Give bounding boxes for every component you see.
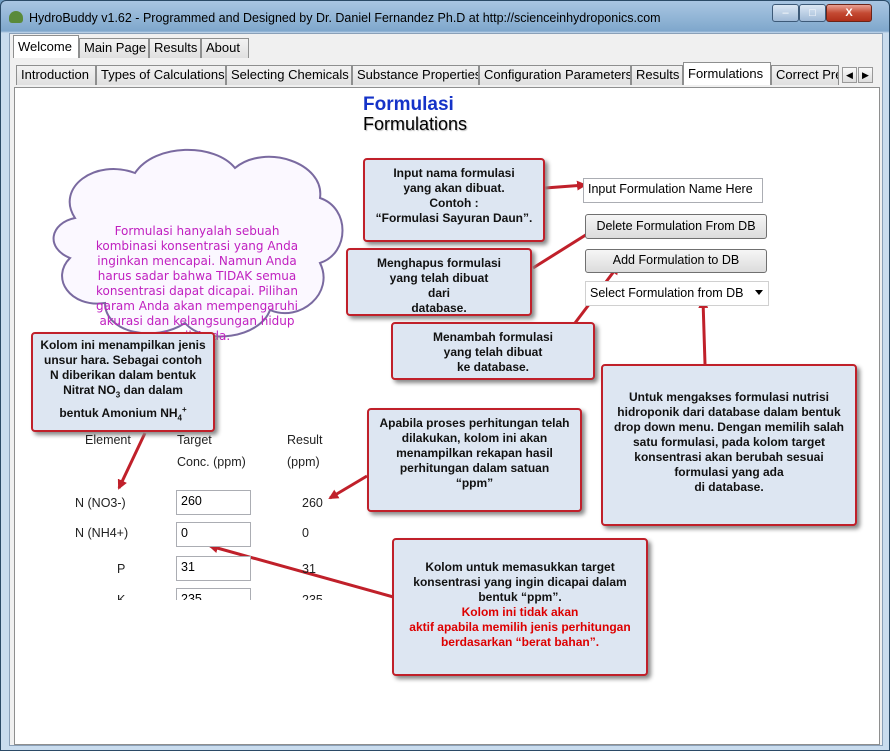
header-target-unit: Conc. (ppm) — [177, 455, 246, 469]
nitrate-tail: dan dalam — [120, 383, 183, 397]
header-target: Target — [177, 433, 212, 447]
sub-tab-bar: Introduction Types of Calculations Selec… — [13, 62, 877, 85]
result-cell: 0 — [302, 526, 309, 540]
callout-line: Kolom untuk memasukkan target — [425, 560, 615, 574]
callout-line: Input nama formulasi — [393, 166, 515, 180]
add-formulation-button[interactable]: Add Formulation to DB — [585, 249, 767, 273]
target-input[interactable]: 235 — [176, 588, 251, 600]
formulation-name-input[interactable]: Input Formulation Name Here — [583, 178, 763, 203]
close-button[interactable]: X — [826, 4, 872, 22]
ammonium-text: bentuk Amonium NH — [59, 406, 178, 421]
window-title: HydroBuddy v1.62 - Programmed and Design… — [29, 11, 661, 25]
tab-introduction[interactable]: Introduction — [16, 65, 96, 85]
callout-line-red: Kolom ini tidak akan — [461, 605, 579, 619]
callout-line: Apabila proses perhitungan telah — [379, 416, 570, 430]
arrow-to-select — [698, 298, 709, 365]
tab-formulations[interactable]: Formulations — [683, 62, 771, 85]
callout-result: Apabila proses perhitungan telah dilakuk… — [367, 408, 582, 512]
app-leaf-icon — [9, 11, 23, 23]
tab-configuration-parameters[interactable]: Configuration Parameters — [479, 65, 631, 85]
chevron-down-icon — [755, 290, 763, 295]
ammonium-superscript: + — [182, 405, 187, 415]
tab-welcome[interactable]: Welcome — [13, 35, 79, 58]
target-input[interactable]: 260 — [176, 490, 251, 515]
tab-selecting-chemicals[interactable]: Selecting Chemicals — [226, 65, 352, 85]
element-cell: P — [117, 562, 126, 576]
callout-line: formulasi yang ada — [674, 465, 784, 479]
callout-input-name: Input nama formulasi yang akan dibuat. C… — [363, 158, 545, 242]
callout-line: yang telah dibuat — [443, 345, 543, 359]
callout-line: “Formulasi Sayuran Daun”. — [375, 211, 533, 225]
header-result: Result — [287, 433, 323, 447]
callout-line: dari — [427, 286, 450, 300]
formulations-panel: Formulasi Formulations Formulasi hanyala… — [14, 87, 880, 745]
tab-scroll-left-icon[interactable]: ◀ — [842, 67, 857, 83]
callout-line: perhitungan dalam satuan — [399, 461, 550, 475]
tab-correct-pre[interactable]: Correct Pre — [771, 65, 839, 85]
delete-formulation-button[interactable]: Delete Formulation From DB — [585, 214, 767, 239]
main-frame: Welcome Main Page Results About Introduc… — [9, 33, 883, 746]
result-cell: 235 — [302, 593, 323, 600]
callout-line: ke database. — [456, 360, 530, 374]
callout-line: Contoh : — [429, 196, 479, 210]
cloud-note: Formulasi hanyalah sebuah kombinasi kons… — [95, 224, 299, 343]
maximize-button[interactable]: □ — [799, 4, 826, 22]
callout-line: konsentrasi yang ingin dicapai dalam — [413, 575, 627, 589]
header-result-unit: (ppm) — [287, 455, 320, 469]
callout-line: hidroponik dari database dalam bentuk — [617, 405, 841, 419]
callout-add: Menambah formulasi yang telah dibuat ke … — [391, 322, 595, 380]
callout-line: Menambah formulasi — [432, 330, 554, 344]
callout-line-red: berdasarkan “berat bahan”. — [440, 635, 600, 649]
tab-main-page[interactable]: Main Page — [79, 38, 149, 58]
callout-target: Kolom untuk memasukkan target konsentras… — [392, 538, 648, 676]
callout-line: konsentrasi akan berubah sesuai — [634, 450, 824, 464]
tab-types-of-calculations[interactable]: Types of Calculations — [96, 65, 226, 85]
tab-scroll-right-icon[interactable]: ▶ — [858, 67, 873, 83]
callout-line: di database. — [694, 480, 764, 494]
tab-substance-properties[interactable]: Substance Properties — [352, 65, 479, 85]
callout-line: satu formulasi, pada kolom target — [632, 435, 826, 449]
tab-sub-results[interactable]: Results — [631, 65, 683, 85]
callout-line: “ppm” — [455, 476, 494, 490]
target-input[interactable]: 31 — [176, 556, 251, 581]
callout-line: Untuk mengakses formulasi nutrisi — [628, 390, 830, 404]
callout-line-red: aktif apabila memilih jenis perhitungan — [409, 620, 631, 634]
callout-line: database. — [411, 301, 467, 315]
target-input[interactable]: 0 — [176, 522, 251, 547]
callout-line: Menghapus formulasi — [376, 256, 501, 270]
formulation-select[interactable]: Select Formulation from DB — [585, 281, 769, 306]
result-cell: 260 — [302, 496, 323, 510]
table-row: K 235 235 — [15, 588, 375, 600]
callout-line: unsur hara. Sebagai contoh — [43, 353, 203, 367]
callout-line: drop down menu. Dengan memilih salah — [613, 420, 845, 434]
callout-line: yang akan dibuat. — [403, 181, 505, 195]
callout-line: Kolom ini menampilkan jenis — [40, 338, 206, 352]
callout-line: bentuk “ppm”. — [478, 590, 562, 604]
element-cell: K — [117, 593, 126, 600]
tab-results[interactable]: Results — [149, 38, 201, 58]
minimize-button[interactable]: – — [772, 4, 799, 22]
callout-element: Kolom ini menampilkan jenis unsur hara. … — [31, 332, 215, 432]
tab-about[interactable]: About — [201, 38, 249, 58]
callout-line-ammonium: bentuk Amonium NH4+ — [37, 402, 209, 425]
callout-delete: Menghapus formulasi yang telah dibuat da… — [346, 248, 532, 316]
callout-line: yang telah dibuat — [389, 271, 489, 285]
nitrate-text: Nitrat NO — [63, 383, 116, 397]
arrow-to-name-input — [544, 180, 587, 191]
arrow-to-result-column — [328, 474, 368, 500]
formulation-select-value: Select Formulation from DB — [590, 286, 744, 300]
callout-line: dilakukan, kolom ini akan — [401, 431, 548, 445]
title-bar[interactable]: HydroBuddy v1.62 - Programmed and Design… — [1, 1, 889, 33]
callout-line: menampilkan rekapan hasil — [396, 446, 553, 460]
callout-line-nitrate: Nitrat NO3 dan dalam — [37, 383, 209, 402]
callout-line: N diberikan dalam bentuk — [49, 368, 197, 382]
result-cell: 31 — [302, 562, 316, 576]
app-window: HydroBuddy v1.62 - Programmed and Design… — [0, 0, 890, 751]
callout-select: Untuk mengakses formulasi nutrisi hidrop… — [601, 364, 857, 526]
element-cell: N (NO3-) — [75, 496, 126, 510]
element-cell: N (NH4+) — [75, 526, 129, 540]
ammonium-subscript: 4 — [177, 413, 182, 423]
header-element: Element — [85, 433, 131, 447]
